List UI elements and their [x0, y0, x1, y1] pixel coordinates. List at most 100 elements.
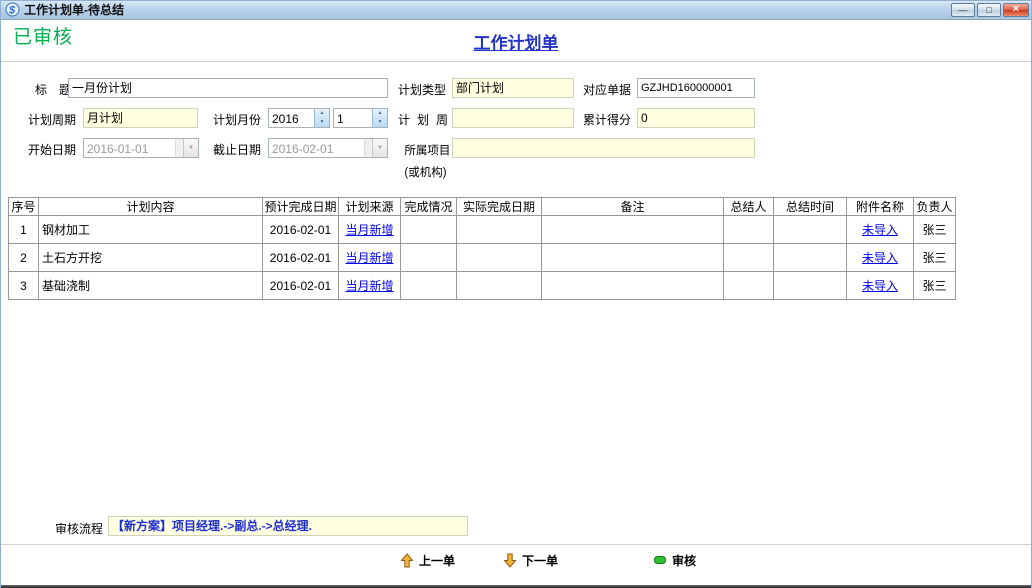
month-spinner: ▲ ▼ [372, 109, 387, 127]
cell-status[interactable] [401, 272, 457, 300]
cell-remark[interactable] [542, 272, 724, 300]
approve-button-label: 审核 [672, 552, 696, 569]
col-attachment: 附件名称 [847, 198, 914, 216]
cell-owner: 张三 [914, 244, 956, 272]
plan-month-value: 1 [334, 109, 372, 127]
score-input[interactable]: 0 [637, 108, 755, 128]
cell-expected-date[interactable]: 2016-02-01 [263, 244, 339, 272]
end-date-label: 截止日期 [213, 141, 261, 158]
cell-remark[interactable] [542, 216, 724, 244]
plan-month-label: 计划月份 [213, 111, 261, 128]
cell-actual-date[interactable] [457, 244, 542, 272]
next-button[interactable]: 下一单 [503, 551, 558, 569]
cell-owner: 张三 [914, 272, 956, 300]
calendar-dropdown-icon[interactable]: ▼ [183, 139, 198, 157]
cell-expected-date[interactable]: 2016-02-01 [263, 272, 339, 300]
attachment-link[interactable]: 未导入 [862, 251, 898, 265]
svg-text:$: $ [8, 5, 16, 17]
plan-year-input[interactable]: 2016 ▲ ▼ [268, 108, 330, 128]
cell-expected-date[interactable]: 2016-02-01 [263, 216, 339, 244]
col-summarizer: 总结人 [724, 198, 774, 216]
prev-icon [400, 553, 414, 568]
project-input[interactable] [452, 138, 755, 158]
prev-button-label: 上一单 [419, 552, 455, 569]
cell-content[interactable]: 钢材加工 [39, 216, 263, 244]
cell-summarizer [724, 216, 774, 244]
plan-table: 序号 计划内容 预计完成日期 计划来源 完成情况 实际完成日期 备注 总结人 总… [8, 197, 956, 300]
titlebar: $ 工作计划单-待总结 — □ × [0, 0, 1032, 20]
cell-status[interactable] [401, 216, 457, 244]
approval-flow-input[interactable]: 【新方案】项目经理.->副总.->总经理. [108, 516, 468, 536]
cell-attachment: 未导入 [847, 244, 914, 272]
window-controls: — □ × [951, 3, 1029, 17]
minimize-button[interactable]: — [951, 3, 975, 17]
cell-summary-time [774, 216, 847, 244]
date-button-pad [175, 139, 183, 157]
source-link[interactable]: 当月新增 [345, 279, 393, 293]
attachment-link[interactable]: 未导入 [862, 279, 898, 293]
project-label: 所属项目 (或机构) [398, 135, 450, 179]
table-header-row: 序号 计划内容 预计完成日期 计划来源 完成情况 实际完成日期 备注 总结人 总… [9, 198, 956, 216]
cell-source: 当月新增 [339, 244, 401, 272]
close-button[interactable]: × [1003, 3, 1029, 17]
spin-down-icon[interactable]: ▼ [373, 118, 387, 127]
cell-remark[interactable] [542, 244, 724, 272]
prev-button[interactable]: 上一单 [400, 551, 455, 569]
page-title: 工作计划单 [0, 29, 1032, 54]
start-date-label: 开始日期 [28, 141, 76, 158]
year-spinner: ▲ ▼ [314, 109, 329, 127]
cell-no: 3 [9, 272, 39, 300]
cell-status[interactable] [401, 244, 457, 272]
next-icon [503, 553, 517, 568]
table-row: 2 土石方开挖 2016-02-01 当月新增 未导入 张三 [9, 244, 956, 272]
col-content: 计划内容 [39, 198, 263, 216]
project-label-line1: 所属项目 [404, 145, 450, 157]
plan-cycle-input[interactable]: 月计划 [83, 108, 198, 128]
col-no: 序号 [9, 198, 39, 216]
plan-year-value: 2016 [269, 109, 314, 127]
col-status: 完成情况 [401, 198, 457, 216]
project-label-line2: (或机构) [404, 167, 446, 179]
window-title: 工作计划单-待总结 [24, 1, 124, 18]
plan-week-input[interactable] [452, 108, 574, 128]
spin-up-icon[interactable]: ▲ [373, 109, 387, 118]
col-expected-date: 预计完成日期 [263, 198, 339, 216]
doc-no-input[interactable]: GZJHD160000001 [637, 78, 755, 98]
cell-actual-date[interactable] [457, 272, 542, 300]
attachment-link[interactable]: 未导入 [862, 223, 898, 237]
plan-week-label: 计划周 [398, 111, 455, 128]
source-link[interactable]: 当月新增 [345, 251, 393, 265]
spin-down-icon[interactable]: ▼ [315, 118, 329, 127]
approve-icon [653, 553, 667, 567]
cell-content[interactable]: 基础浇制 [39, 272, 263, 300]
approval-flow-value: 【新方案】项目经理.->副总.->总经理. [112, 519, 312, 533]
start-date-value: 2016-01-01 [84, 139, 175, 157]
approve-button[interactable]: 审核 [653, 551, 696, 569]
cell-no: 1 [9, 216, 39, 244]
end-date-value: 2016-02-01 [269, 139, 364, 157]
plan-month-input[interactable]: 1 ▲ ▼ [333, 108, 388, 128]
spin-up-icon[interactable]: ▲ [315, 109, 329, 118]
source-link[interactable]: 当月新增 [345, 223, 393, 237]
maximize-button[interactable]: □ [977, 3, 1001, 17]
cell-summarizer [724, 272, 774, 300]
col-summary-time: 总结时间 [774, 198, 847, 216]
plan-type-input[interactable]: 部门计划 [452, 78, 574, 98]
cell-actual-date[interactable] [457, 216, 542, 244]
cell-attachment: 未导入 [847, 272, 914, 300]
separator [0, 61, 1032, 63]
cell-source: 当月新增 [339, 216, 401, 244]
plan-type-label: 计划类型 [398, 81, 446, 98]
cell-owner: 张三 [914, 216, 956, 244]
plan-cycle-label: 计划周期 [28, 111, 76, 128]
cell-content[interactable]: 土石方开挖 [39, 244, 263, 272]
calendar-dropdown-icon[interactable]: ▼ [372, 139, 387, 157]
next-button-label: 下一单 [522, 552, 558, 569]
app-icon: $ [5, 2, 20, 17]
separator [0, 544, 1032, 546]
end-date-input[interactable]: 2016-02-01 ▼ [268, 138, 388, 158]
table-row: 1 钢材加工 2016-02-01 当月新增 未导入 张三 [9, 216, 956, 244]
score-label: 累计得分 [583, 111, 631, 128]
start-date-input[interactable]: 2016-01-01 ▼ [83, 138, 199, 158]
title-input[interactable]: 一月份计划 [68, 78, 388, 98]
